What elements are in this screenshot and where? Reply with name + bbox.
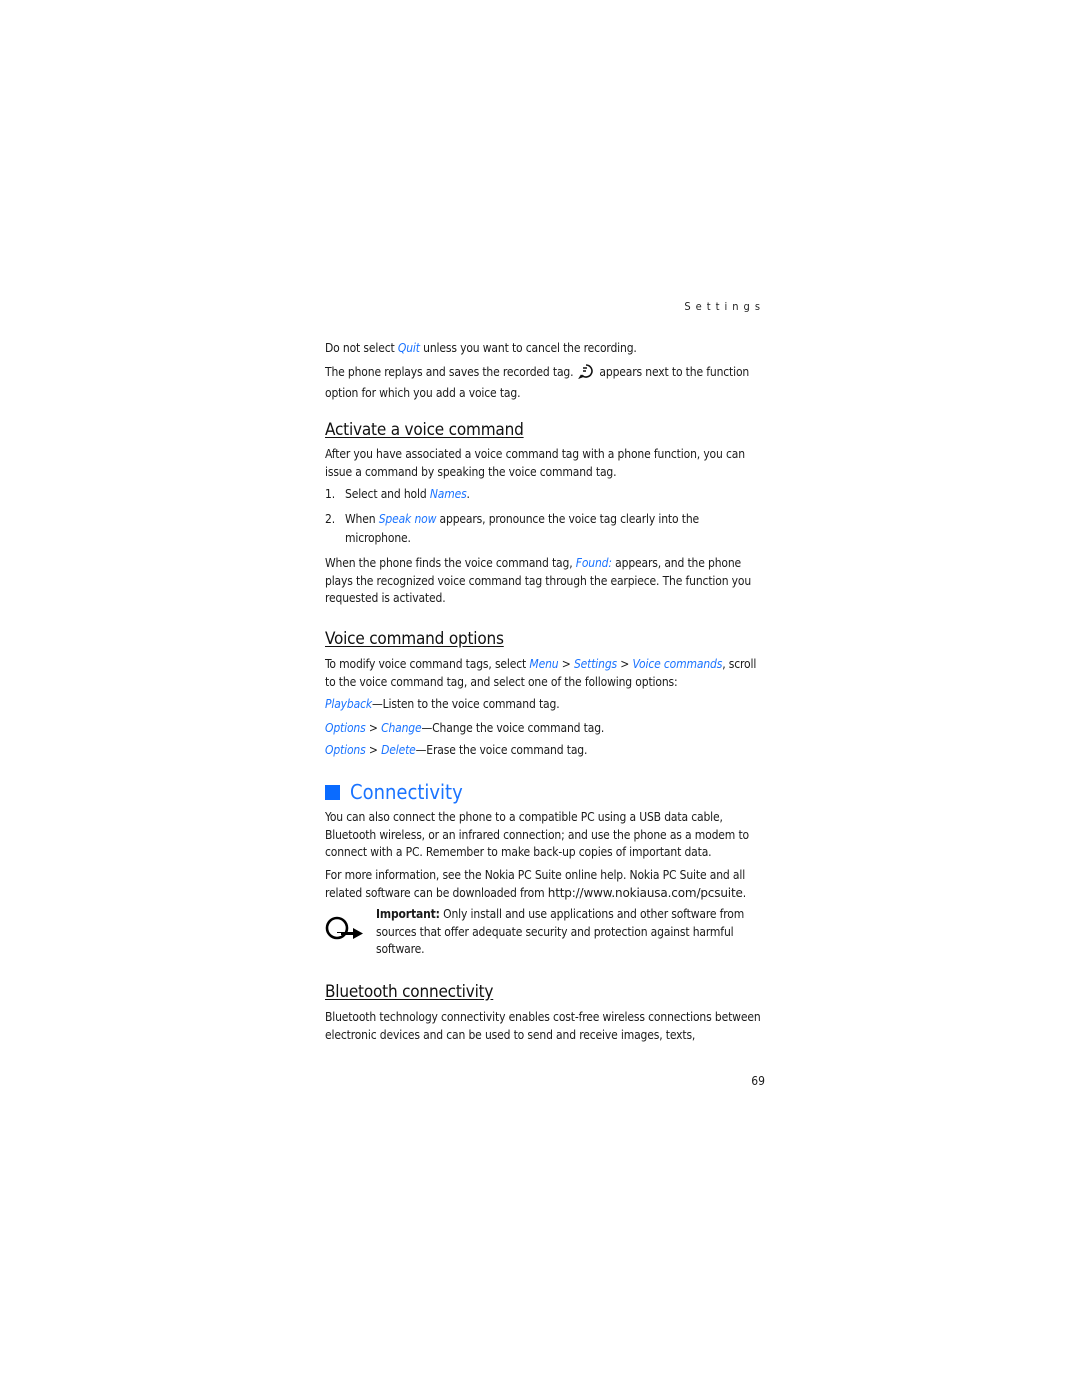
important-note: Important: Only install and use applicat…	[376, 906, 766, 959]
pc-suite-paragraph: For more information, see the Nokia PC S…	[325, 867, 765, 902]
intro-paragraph-replay: The phone replays and saves the recorded…	[325, 363, 765, 402]
quit-link: Quit	[397, 341, 420, 355]
text: .	[742, 885, 747, 900]
page-number: 69	[751, 1074, 765, 1088]
step-text: Select and hold Names.	[345, 485, 745, 504]
heading-activate-voice-command: Activate a voice command	[325, 420, 524, 440]
text: To modify voice command tags, select	[325, 657, 530, 671]
pc-suite-url: http://www.nokiausa.com/pcsuite	[547, 885, 743, 900]
menu-link: Menu	[529, 657, 559, 671]
intro-paragraph-quit: Do not select Quit unless you want to ca…	[325, 340, 765, 358]
important-label: Important:	[376, 907, 440, 921]
change-link: Change	[381, 721, 422, 735]
text: unless you want to cancel the recording.	[419, 341, 637, 355]
connectivity-paragraph: You can also connect the phone to a comp…	[325, 810, 749, 860]
option-delete: Options > Delete—Erase the voice command…	[325, 742, 765, 760]
text: appears next to the function	[599, 365, 750, 379]
text: .	[466, 487, 470, 501]
options-link: Options	[325, 743, 366, 757]
options-link: Options	[325, 721, 366, 735]
separator: >	[365, 721, 382, 735]
text: When the phone finds the voice command t…	[325, 556, 576, 570]
section-square-icon	[325, 784, 340, 800]
settings-link: Settings	[573, 657, 618, 671]
text: The phone replays and saves the recorded…	[325, 365, 574, 379]
voice-tag-icon	[577, 363, 595, 385]
text: Select and hold	[345, 487, 430, 501]
text: Do not select	[325, 341, 398, 355]
found-paragraph: When the phone finds the voice command t…	[325, 555, 765, 608]
options-paragraph: To modify voice command tags, select Men…	[325, 656, 765, 691]
separator: >	[365, 743, 382, 757]
important-note-icon	[325, 914, 365, 946]
text: When	[345, 512, 379, 526]
bluetooth-paragraph: Bluetooth technology connectivity enable…	[325, 1010, 761, 1042]
step-text: When Speak now appears, pronounce the vo…	[345, 510, 745, 548]
step-number: 1.	[325, 487, 335, 501]
playback-link: Playback	[325, 697, 372, 711]
names-link: Names	[429, 487, 467, 501]
activate-paragraph: After you have associated a voice comman…	[325, 447, 745, 479]
option-change: Options > Change—Change the voice comman…	[325, 720, 765, 738]
option-description: —Erase the voice command tag.	[415, 743, 588, 757]
heading-text: Connectivity	[350, 780, 463, 804]
speak-now-link: Speak now	[378, 512, 437, 526]
voice-commands-link: Voice commands	[632, 657, 723, 671]
running-head: Settings	[684, 300, 765, 313]
separator: >	[558, 657, 574, 671]
option-description: —Change the voice command tag.	[421, 721, 605, 735]
option-playback: Playback—Listen to the voice command tag…	[325, 696, 765, 714]
heading-connectivity: Connectivity	[325, 781, 463, 803]
step-number: 2.	[325, 512, 335, 526]
heading-bluetooth-connectivity: Bluetooth connectivity	[325, 982, 494, 1002]
option-description: —Listen to the voice command tag.	[371, 697, 560, 711]
delete-link: Delete	[381, 743, 416, 757]
heading-voice-command-options: Voice command options	[325, 629, 504, 649]
separator: >	[617, 657, 633, 671]
found-link: Found:	[575, 556, 612, 570]
text: option for which you add a voice tag.	[325, 385, 521, 400]
